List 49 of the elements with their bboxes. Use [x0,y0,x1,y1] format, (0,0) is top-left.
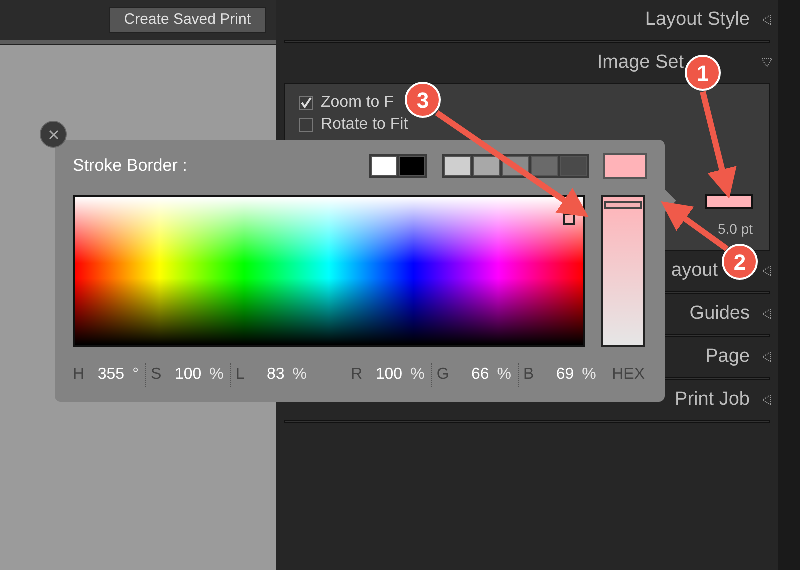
readout-label: L [236,365,245,385]
section-title[interactable]: Image Set [597,48,684,78]
collapsed-triangle-icon[interactable] [762,15,772,25]
hex-label: HEX [612,365,646,385]
color-field[interactable] [73,195,585,347]
stroke-width-value: 5.0 pt [718,220,753,239]
readout-value[interactable]: 69 [542,363,574,387]
section-title[interactable]: Guides [690,300,750,328]
readout-label: R [351,365,363,385]
readout-unit: % [497,365,512,385]
color-swatch[interactable] [473,156,500,176]
popup-title: Stroke Border : [73,155,188,178]
readout-unit: % [292,365,308,385]
checkbox[interactable] [299,118,313,132]
checkbox-label: Zoom to F [321,95,394,111]
readout-value[interactable]: 66 [457,363,490,387]
readout-unit: ° [132,365,139,385]
close-icon[interactable] [48,130,58,140]
readout-unit: % [582,365,596,385]
collapsed-triangle-icon[interactable] [762,352,772,362]
readout-value[interactable]: 100 [170,363,202,387]
readout-unit: % [210,365,224,385]
checkbox-label: Rotate to Fit [321,117,408,133]
color-swatch[interactable] [399,156,426,176]
color-swatch[interactable] [444,156,472,176]
checkbox[interactable] [299,96,313,110]
collapsed-triangle-icon[interactable] [762,309,772,319]
readout-value[interactable]: 100 [370,363,403,387]
stroke-color-swatch[interactable] [705,194,753,209]
section-title[interactable]: Page [706,342,750,372]
collapsed-triangle-icon[interactable] [762,266,772,276]
readout-label: G [436,365,450,385]
color-swatch[interactable] [560,156,588,176]
section-title[interactable]: Print Job [675,386,750,414]
color-swatch[interactable] [371,156,398,176]
readout-unit: % [410,365,425,385]
slider-thumb[interactable] [604,201,642,210]
section-title[interactable]: Layout Style [645,6,750,34]
readout-value[interactable]: 83 [252,363,285,387]
expanded-triangle-icon[interactable] [762,58,772,68]
readout-label: S [150,365,162,385]
lightness-slider[interactable] [601,195,645,347]
readout-value[interactable]: 355 [92,363,125,387]
section-title[interactable]: ayout [672,256,718,286]
create-saved-print-button[interactable]: Create Saved Print [109,7,266,33]
collapsed-triangle-icon[interactable] [762,395,772,405]
color-swatch[interactable] [531,156,558,176]
readout-label: H [73,365,85,385]
readout-label: B [524,365,534,385]
